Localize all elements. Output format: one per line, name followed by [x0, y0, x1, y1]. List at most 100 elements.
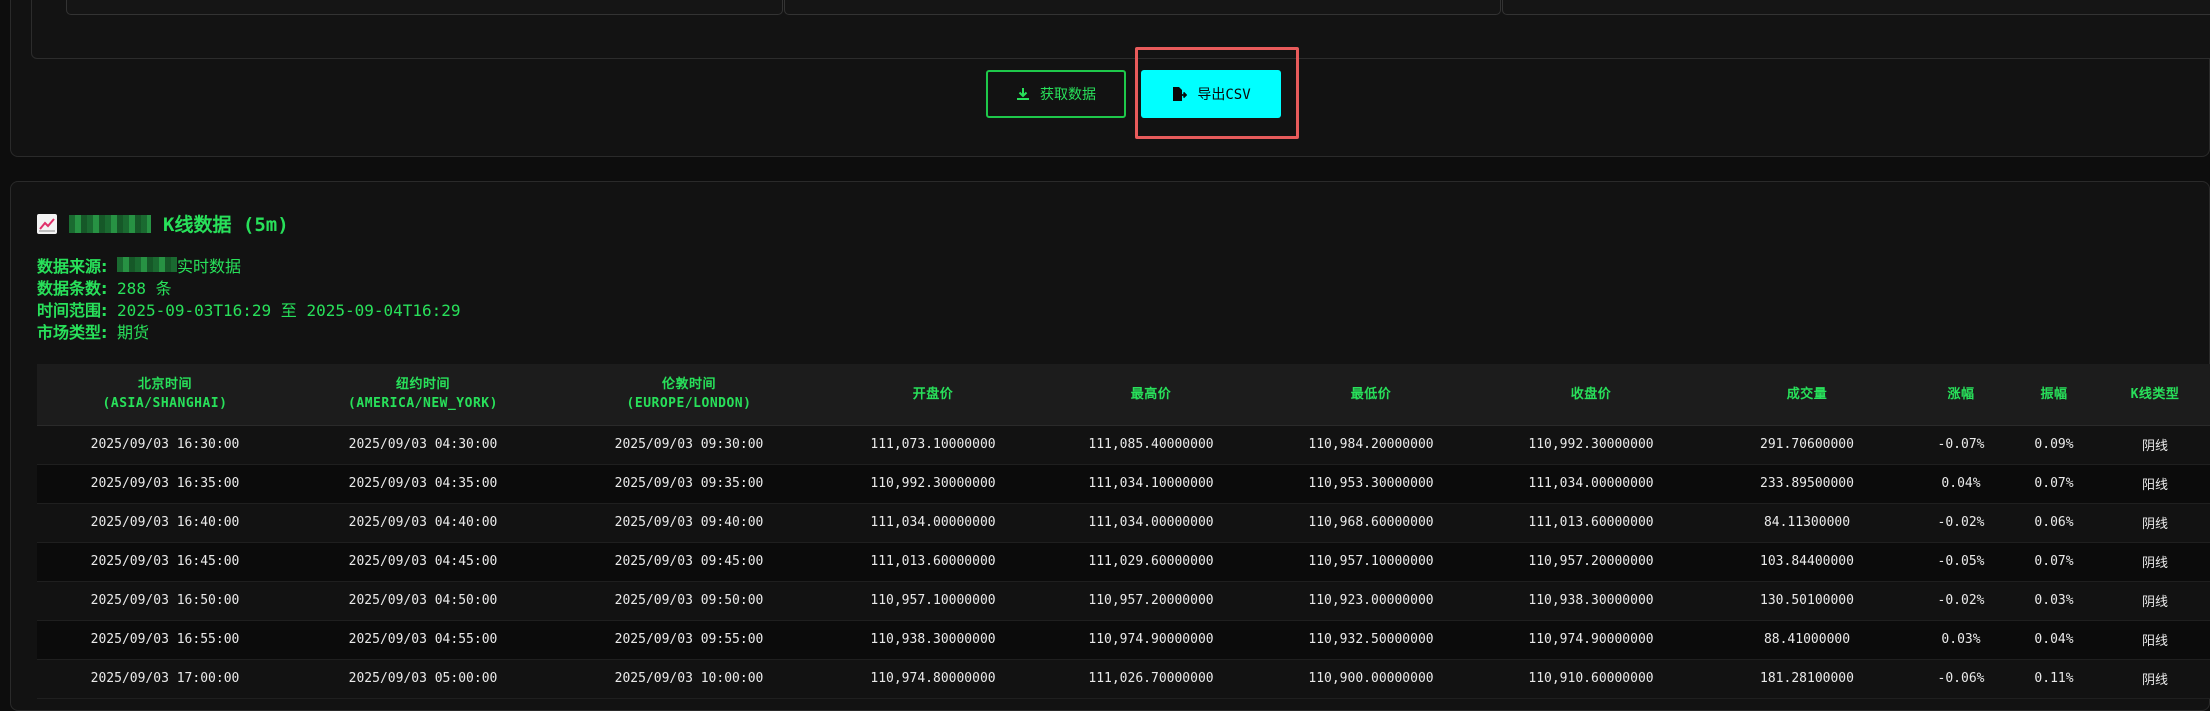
query-form-panel: 获取数据 导出CSV: [10, 0, 2210, 157]
column-header: 成交量: [1701, 364, 1913, 426]
table-cell: -0.07%: [1913, 425, 2009, 465]
table-cell: 0.09%: [2009, 425, 2099, 465]
column-header-label: 伦敦时间: [661, 377, 716, 393]
form-field-2[interactable]: [784, 0, 1501, 15]
table-body: 2025/09/03 16:30:00 2025/09/03 04:30:00 20…: [37, 425, 2210, 699]
table-cell: 110,968.60000000: [1261, 503, 1481, 543]
table-cell: 0.03%: [2009, 581, 2099, 621]
table-cell: 111,013.60000000: [1481, 503, 1701, 543]
table-cell: 110,923.00000000: [1261, 581, 1481, 621]
kline-table: 北京时间 (ASIA/SHANGHAI) 纽约时间 (AMERICA/NEW_YORK…: [37, 364, 2210, 699]
column-header: 涨幅: [1913, 364, 2009, 426]
table-cell: 2025/09/03 04:40:00: [293, 503, 553, 543]
table-cell: 2025/09/03 05:00:00: [293, 659, 553, 699]
table-header: 北京时间 (ASIA/SHANGHAI) 纽约时间 (AMERICA/NEW_YORK…: [37, 364, 2210, 426]
column-header-label: 涨幅: [1947, 386, 1975, 402]
info-source: 数据来源: 实时数据: [37, 257, 242, 276]
table-cell: 0.04%: [2009, 620, 2099, 660]
chart-increasing-icon: [37, 213, 57, 234]
table-cell: 阴线: [2099, 425, 2210, 465]
table-cell: 111,085.40000000: [1041, 425, 1261, 465]
table-cell: 阳线: [2099, 620, 2210, 660]
table-cell: 2025/09/03 04:35:00: [293, 464, 553, 504]
table-cell: 103.84400000: [1701, 542, 1913, 582]
table-cell: 111,029.60000000: [1041, 542, 1261, 582]
column-header-timezone: (EUROPE/LONDON): [626, 396, 752, 412]
table-cell: 88.41000000: [1701, 620, 1913, 660]
column-header-label: 最低价: [1350, 386, 1392, 402]
column-header: 伦敦时间 (EUROPE/LONDON): [553, 364, 825, 426]
table-cell: 110,953.30000000: [1261, 464, 1481, 504]
table-cell: 110,957.10000000: [825, 581, 1041, 621]
column-header: 开盘价: [825, 364, 1041, 426]
info-market: 市场类型: 期货: [37, 323, 150, 342]
table-cell: 111,026.70000000: [1041, 659, 1261, 699]
table-cell: 110,992.30000000: [1481, 425, 1701, 465]
table-cell: 2025/09/03 09:30:00: [553, 425, 825, 465]
fetch-data-label: 获取数据: [1040, 87, 1096, 103]
kline-data-panel: K线数据 (5m) 数据来源: 实时数据 数据条数: 288 条 时间范围: 2…: [10, 181, 2210, 711]
table-cell: 110,992.30000000: [825, 464, 1041, 504]
table-cell: 110,938.30000000: [825, 620, 1041, 660]
table-cell: 2025/09/03 09:45:00: [553, 542, 825, 582]
column-header-label: 振幅: [2040, 386, 2068, 402]
form-field-3[interactable]: [1502, 0, 2210, 15]
table-cell: 110,974.90000000: [1481, 620, 1701, 660]
table-cell: 111,013.60000000: [825, 542, 1041, 582]
table-row: 2025/09/03 16:40:00 2025/09/03 04:40:00 20…: [37, 503, 2210, 543]
table-cell: 110,957.20000000: [1481, 542, 1701, 582]
table-row: 2025/09/03 16:35:00 2025/09/03 04:35:00 20…: [37, 464, 2210, 504]
column-header-label: 收盘价: [1570, 386, 1612, 402]
table-row: 2025/09/03 17:00:00 2025/09/03 05:00:00 20…: [37, 659, 2210, 699]
table-cell: -0.06%: [1913, 659, 2009, 699]
column-header: 振幅: [2009, 364, 2099, 426]
table-cell: 111,034.00000000: [1481, 464, 1701, 504]
table-cell: 2025/09/03 16:45:00: [37, 542, 293, 582]
table-cell: 130.50100000: [1701, 581, 1913, 621]
table-cell: -0.05%: [1913, 542, 2009, 582]
table-cell: 84.11300000: [1701, 503, 1913, 543]
redacted-source: [117, 257, 178, 272]
column-header-label: 北京时间: [137, 377, 192, 393]
table-cell: 2025/09/03 16:50:00: [37, 581, 293, 621]
table-cell: 2025/09/03 04:45:00: [293, 542, 553, 582]
table-cell: 2025/09/03 09:50:00: [553, 581, 825, 621]
table-cell: 111,034.00000000: [825, 503, 1041, 543]
form-field-1[interactable]: [66, 0, 783, 15]
column-header-label: 开盘价: [912, 386, 954, 402]
table-cell: 2025/09/03 16:55:00: [37, 620, 293, 660]
download-icon: [1017, 88, 1029, 100]
table-cell: 2025/09/03 17:00:00: [37, 659, 293, 699]
table-row: 2025/09/03 16:30:00 2025/09/03 04:30:00 20…: [37, 425, 2210, 465]
export-csv-label: 导出CSV: [1197, 87, 1251, 103]
export-csv-button[interactable]: 导出CSV: [1141, 70, 1281, 118]
table-cell: 2025/09/03 10:00:00: [553, 659, 825, 699]
column-header: K线类型: [2099, 364, 2210, 426]
redacted-symbol: [69, 214, 151, 233]
table-cell: 0.03%: [1913, 620, 2009, 660]
kline-table-wrapper[interactable]: 北京时间 (ASIA/SHANGHAI) 纽约时间 (AMERICA/NEW_YORK…: [37, 364, 2210, 699]
column-header-timezone: (ASIA/SHANGHAI): [102, 396, 228, 412]
table-cell: 110,910.60000000: [1481, 659, 1701, 699]
table-cell: 2025/09/03 04:55:00: [293, 620, 553, 660]
fetch-data-button[interactable]: 获取数据: [986, 70, 1126, 118]
column-header: 纽约时间 (AMERICA/NEW_YORK): [293, 364, 553, 426]
table-cell: 2025/09/03 16:35:00: [37, 464, 293, 504]
form-fields-panel: [31, 0, 2210, 59]
table-cell: -0.02%: [1913, 581, 2009, 621]
table-cell: 291.70600000: [1701, 425, 1913, 465]
table-row: 2025/09/03 16:45:00 2025/09/03 04:45:00 20…: [37, 542, 2210, 582]
table-cell: 阳线: [2099, 464, 2210, 504]
table-cell: 110,974.90000000: [1041, 620, 1261, 660]
table-cell: -0.02%: [1913, 503, 2009, 543]
table-cell: 110,957.20000000: [1041, 581, 1261, 621]
table-cell: 2025/09/03 09:35:00: [553, 464, 825, 504]
table-cell: 233.89500000: [1701, 464, 1913, 504]
table-cell: 0.07%: [2009, 542, 2099, 582]
table-cell: 0.06%: [2009, 503, 2099, 543]
table-row: 2025/09/03 16:55:00 2025/09/03 04:55:00 20…: [37, 620, 2210, 660]
section-title: K线数据 (5m): [37, 210, 289, 237]
column-header: 最低价: [1261, 364, 1481, 426]
column-header-label: 最高价: [1130, 386, 1172, 402]
table-cell: 阴线: [2099, 542, 2210, 582]
